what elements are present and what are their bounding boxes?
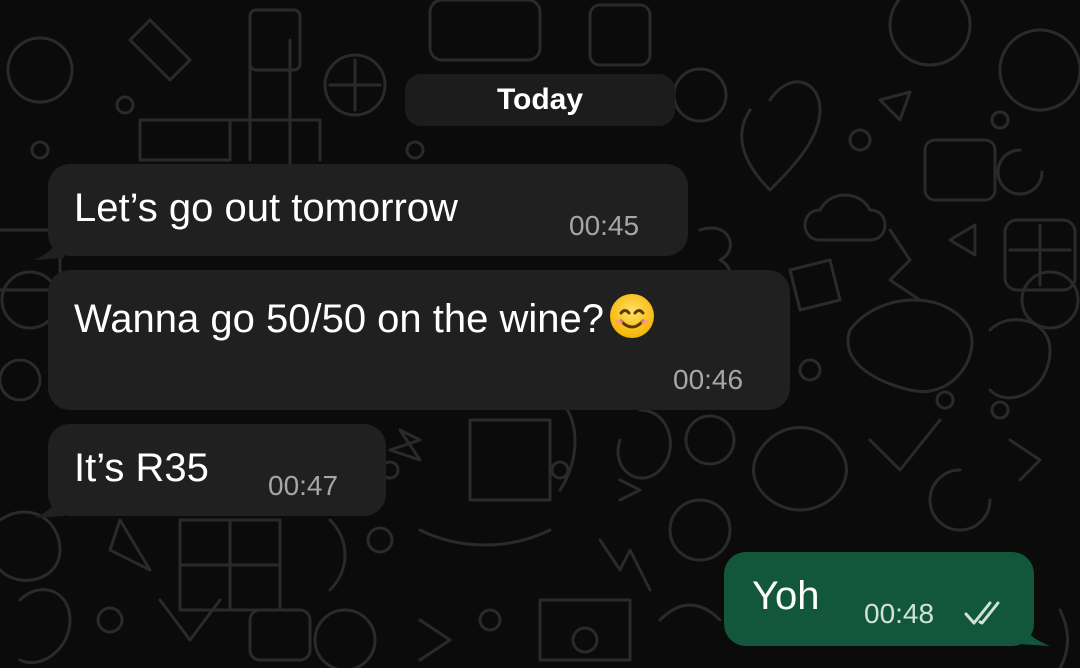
message-time: 00:47 — [268, 470, 339, 501]
message-bubble-incoming[interactable]: Wanna go 50/50 on the wine? 00:46 — [48, 270, 790, 410]
double-check-icon — [964, 601, 1000, 625]
message-bubble-incoming[interactable]: Let’s go out tomorrow 00:45 — [48, 164, 688, 256]
date-separator: Today — [405, 74, 675, 126]
message-text: Let’s go out tomorrow — [74, 186, 458, 230]
date-separator-label: Today — [496, 83, 584, 116]
message-time: 00:45 — [569, 210, 640, 241]
message-text: Yoh — [752, 574, 820, 618]
message-time: 00:46 — [673, 364, 744, 395]
message-bubble-outgoing[interactable]: Yoh 00:48 — [724, 552, 1034, 646]
message-text-row: Wanna go 50/50 on the wine? — [74, 292, 656, 342]
message-time: 00:48 — [864, 598, 935, 629]
message-text: Wanna go 50/50 on the wine? — [74, 297, 605, 341]
message-text: It’s R35 — [74, 446, 209, 490]
smiling-face-emoji — [610, 294, 655, 338]
chat-view[interactable]: Today Let’s go out tomorrow 00:45 Wanna … — [0, 0, 1080, 668]
message-bubble-incoming[interactable]: It’s R35 00:47 — [48, 424, 386, 516]
